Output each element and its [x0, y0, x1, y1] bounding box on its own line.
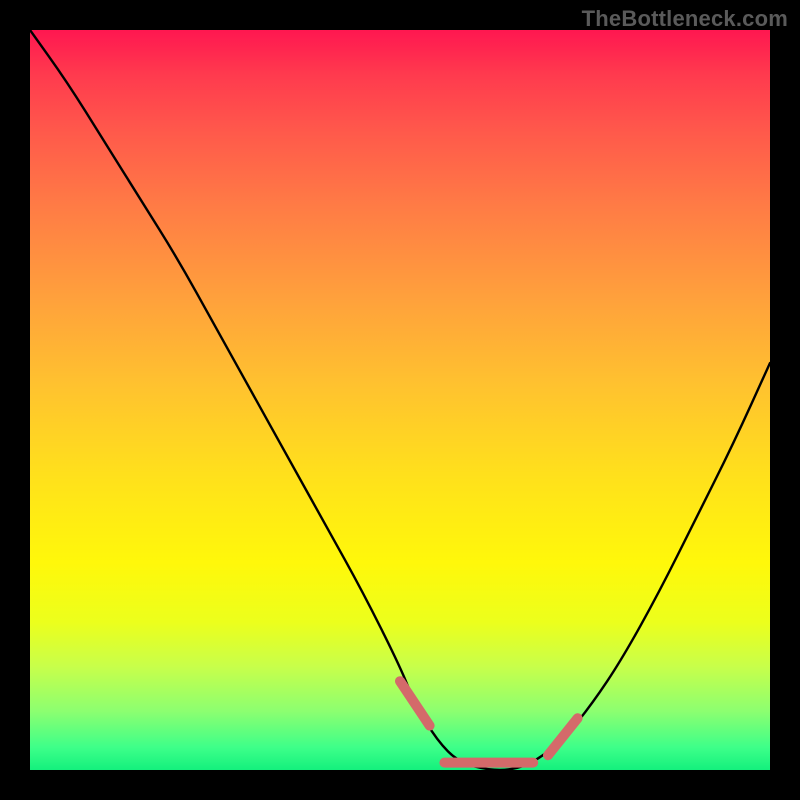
heat-gradient-background — [30, 30, 770, 770]
chart-frame: TheBottleneck.com — [0, 0, 800, 800]
plot-area — [30, 30, 770, 770]
watermark-text: TheBottleneck.com — [582, 6, 788, 32]
